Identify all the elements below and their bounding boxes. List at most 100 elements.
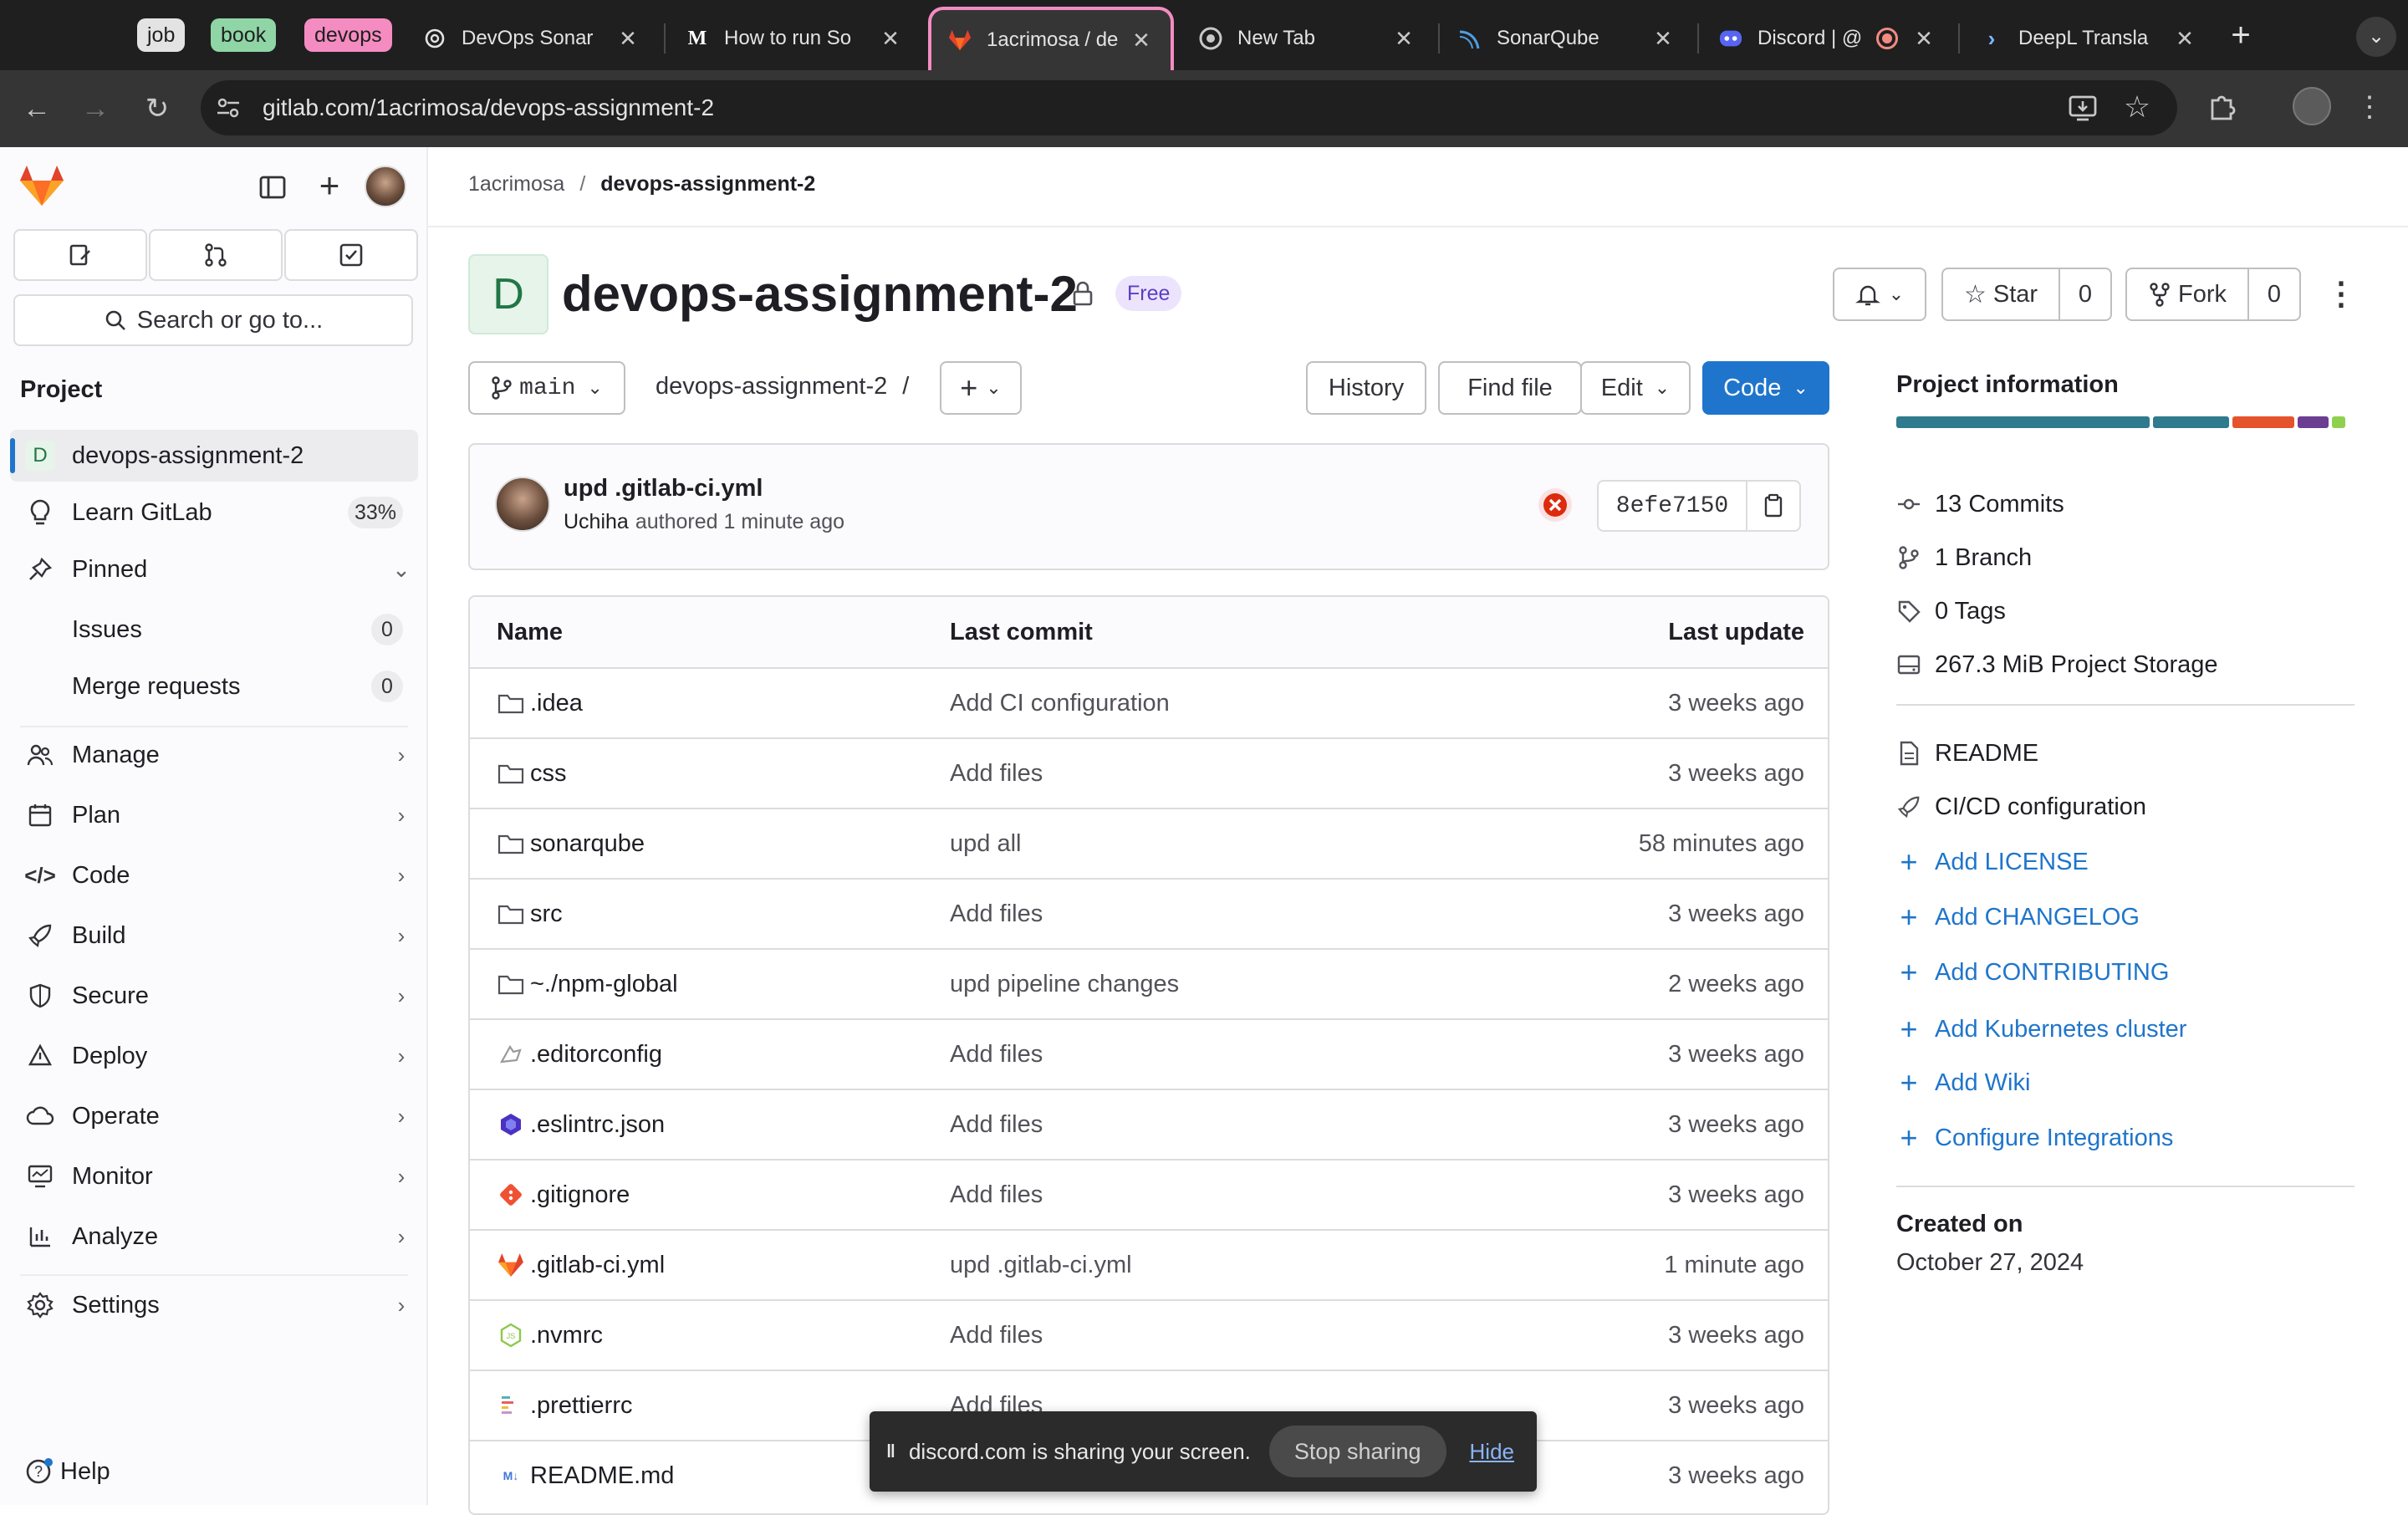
commit-author[interactable]: Uchiha — [564, 510, 629, 534]
language-bar[interactable] — [1896, 416, 2354, 428]
todo-list-button[interactable] — [284, 229, 418, 281]
file-name[interactable]: .gitignore — [530, 1181, 630, 1209]
assigned-issues-button[interactable] — [13, 229, 147, 281]
close-icon[interactable]: ✕ — [1650, 26, 1676, 52]
language-bar-segment[interactable] — [2153, 416, 2229, 428]
sidebar-item-operate[interactable]: Operate › — [10, 1090, 418, 1142]
fork-button[interactable]: Fork 0 — [2125, 268, 2301, 321]
table-row[interactable]: css Add files 3 weeks ago — [470, 737, 1828, 808]
extensions-icon[interactable] — [2206, 90, 2239, 124]
create-new-icon[interactable]: + — [311, 167, 348, 204]
pipeline-failed-icon[interactable] — [1538, 488, 1572, 522]
add-kubernetes-cluster-link[interactable]: + Add Kubernetes cluster — [1895, 1010, 2186, 1048]
language-bar-segment[interactable] — [1896, 416, 2150, 428]
stat-tags[interactable]: 0 Tags — [1895, 592, 2006, 630]
close-icon[interactable]: ✕ — [1911, 26, 1936, 52]
stat-storage[interactable]: 267.3 MiB Project Storage — [1895, 645, 2218, 684]
file-last-commit[interactable]: Add files — [950, 900, 1043, 928]
file-name[interactable]: .nvmrc — [530, 1322, 603, 1349]
configure-integrations-link[interactable]: + Configure Integrations — [1895, 1119, 2173, 1157]
sidebar-item-code[interactable]: </> Code › — [10, 849, 418, 901]
file-name-cell[interactable]: sonarqube — [497, 829, 645, 858]
star-count[interactable]: 0 — [2060, 281, 2110, 309]
file-name[interactable]: .idea — [530, 690, 583, 717]
merge-requests-button[interactable] — [149, 229, 283, 281]
table-row[interactable]: .editorconfig Add files 3 weeks ago — [470, 1018, 1828, 1089]
file-last-commit[interactable]: upd all — [950, 830, 1021, 858]
sidebar-item-merge-requests[interactable]: Merge requests 0 — [10, 661, 418, 712]
file-name-cell[interactable]: .gitlab-ci.yml — [497, 1251, 665, 1279]
forward-icon[interactable]: → — [75, 89, 115, 129]
file-name-cell[interactable]: src — [497, 900, 563, 928]
sidebar-item-issues[interactable]: Issues 0 — [10, 604, 418, 655]
breadcrumb-owner[interactable]: 1acrimosa — [468, 172, 564, 196]
add-wiki-link[interactable]: + Add Wiki — [1895, 1064, 2030, 1102]
commit-author-avatar[interactable] — [495, 477, 550, 532]
star-button[interactable]: ☆ Star 0 — [1941, 268, 2112, 321]
stat-commits[interactable]: 13 Commits — [1895, 485, 2064, 523]
close-icon[interactable]: ✕ — [2172, 26, 2197, 52]
file-name-cell[interactable]: .editorconfig — [497, 1040, 662, 1069]
language-bar-segment[interactable] — [2332, 416, 2346, 428]
table-row[interactable]: .idea Add CI configuration 3 weeks ago — [470, 667, 1828, 737]
browser-tab[interactable]: DevOps Sonar ✕ — [406, 7, 657, 70]
table-row[interactable]: ~./npm-global upd pipeline changes 2 weeks… — [470, 948, 1828, 1018]
file-name-cell[interactable]: M↓ README.md — [497, 1461, 675, 1490]
edit-button[interactable]: Edit ⌄ — [1580, 361, 1691, 415]
add-license-link[interactable]: + Add LICENSE — [1895, 843, 2088, 881]
readme-link[interactable]: README — [1895, 734, 2038, 773]
bookmark-star-icon[interactable]: ☆ — [2120, 90, 2154, 124]
history-button[interactable]: History — [1306, 361, 1426, 415]
browser-tab[interactable]: SonarQube ✕ — [1441, 7, 1692, 70]
find-file-button[interactable]: Find file — [1438, 361, 1582, 415]
gitlab-logo-icon[interactable] — [18, 164, 65, 209]
reload-icon[interactable]: ↻ — [137, 89, 177, 129]
repo-path-root[interactable]: devops-assignment-2 — [656, 373, 887, 400]
profile-avatar[interactable] — [2293, 87, 2331, 125]
cicd-config-link[interactable]: CI/CD configuration — [1895, 788, 2146, 826]
sidebar-item-settings[interactable]: Settings › — [10, 1279, 418, 1331]
branch-selector[interactable]: main ⌄ — [468, 361, 625, 415]
stop-sharing-button[interactable]: Stop sharing — [1268, 1426, 1446, 1477]
file-name[interactable]: sonarqube — [530, 830, 645, 858]
browser-tab[interactable]: New Tab ✕ — [1182, 7, 1433, 70]
sidebar-item-deploy[interactable]: Deploy › — [10, 1030, 418, 1082]
collapse-sidebar-icon[interactable] — [256, 171, 289, 204]
file-name-cell[interactable]: ~./npm-global — [497, 970, 678, 998]
tab-group-book[interactable]: book — [211, 18, 277, 52]
stat-branches[interactable]: 1 Branch — [1895, 538, 2032, 577]
sidebar-item-pinned[interactable]: Pinned ⌄ — [10, 543, 418, 595]
file-name[interactable]: .prettierrc — [530, 1392, 632, 1420]
browser-tab-active[interactable]: 1acrimosa / de ✕ — [928, 7, 1174, 70]
file-name[interactable]: css — [530, 760, 567, 788]
notification-settings-button[interactable]: ⌄ — [1833, 268, 1926, 321]
language-bar-segment[interactable] — [2298, 416, 2329, 428]
add-to-tree-button[interactable]: + ⌄ — [940, 361, 1022, 415]
file-last-commit[interactable]: Add files — [950, 1111, 1043, 1139]
file-name[interactable]: README.md — [530, 1462, 674, 1490]
browser-menu-icon[interactable]: ⋮ — [2353, 87, 2386, 127]
breadcrumb-project[interactable]: devops-assignment-2 — [600, 172, 815, 196]
browser-tab[interactable]: M How to run So ✕ — [669, 7, 920, 70]
table-row[interactable]: JS .nvmrc Add files 3 weeks ago — [470, 1299, 1828, 1370]
sidebar-item-build[interactable]: Build › — [10, 910, 418, 962]
table-row[interactable]: .eslintrc.json Add files 3 weeks ago — [470, 1089, 1828, 1159]
close-icon[interactable]: ✕ — [878, 26, 903, 52]
more-actions-icon[interactable]: ⋮ — [2324, 273, 2358, 316]
fork-count[interactable]: 0 — [2249, 281, 2299, 309]
sidebar-item-learn-gitlab[interactable]: Learn GitLab 33% — [10, 487, 418, 538]
back-icon[interactable]: ← — [17, 89, 57, 129]
tab-group-devops[interactable]: devops — [304, 18, 392, 52]
file-name-cell[interactable]: css — [497, 759, 567, 788]
table-row[interactable]: .gitlab-ci.yml upd .gitlab-ci.yml 1 minute… — [470, 1229, 1828, 1299]
sidebar-item-plan[interactable]: Plan › — [10, 789, 418, 841]
close-icon[interactable]: ✕ — [1129, 28, 1154, 54]
help-button[interactable]: ? Help — [25, 1455, 110, 1488]
add-changelog-link[interactable]: + Add CHANGELOG — [1895, 898, 2140, 936]
user-avatar[interactable] — [365, 166, 406, 207]
install-app-icon[interactable] — [2067, 92, 2099, 124]
file-name-cell[interactable]: .gitignore — [497, 1181, 630, 1209]
sidebar-item-monitor[interactable]: Monitor › — [10, 1150, 418, 1202]
close-icon[interactable]: ✕ — [615, 26, 640, 52]
file-name[interactable]: src — [530, 900, 563, 928]
